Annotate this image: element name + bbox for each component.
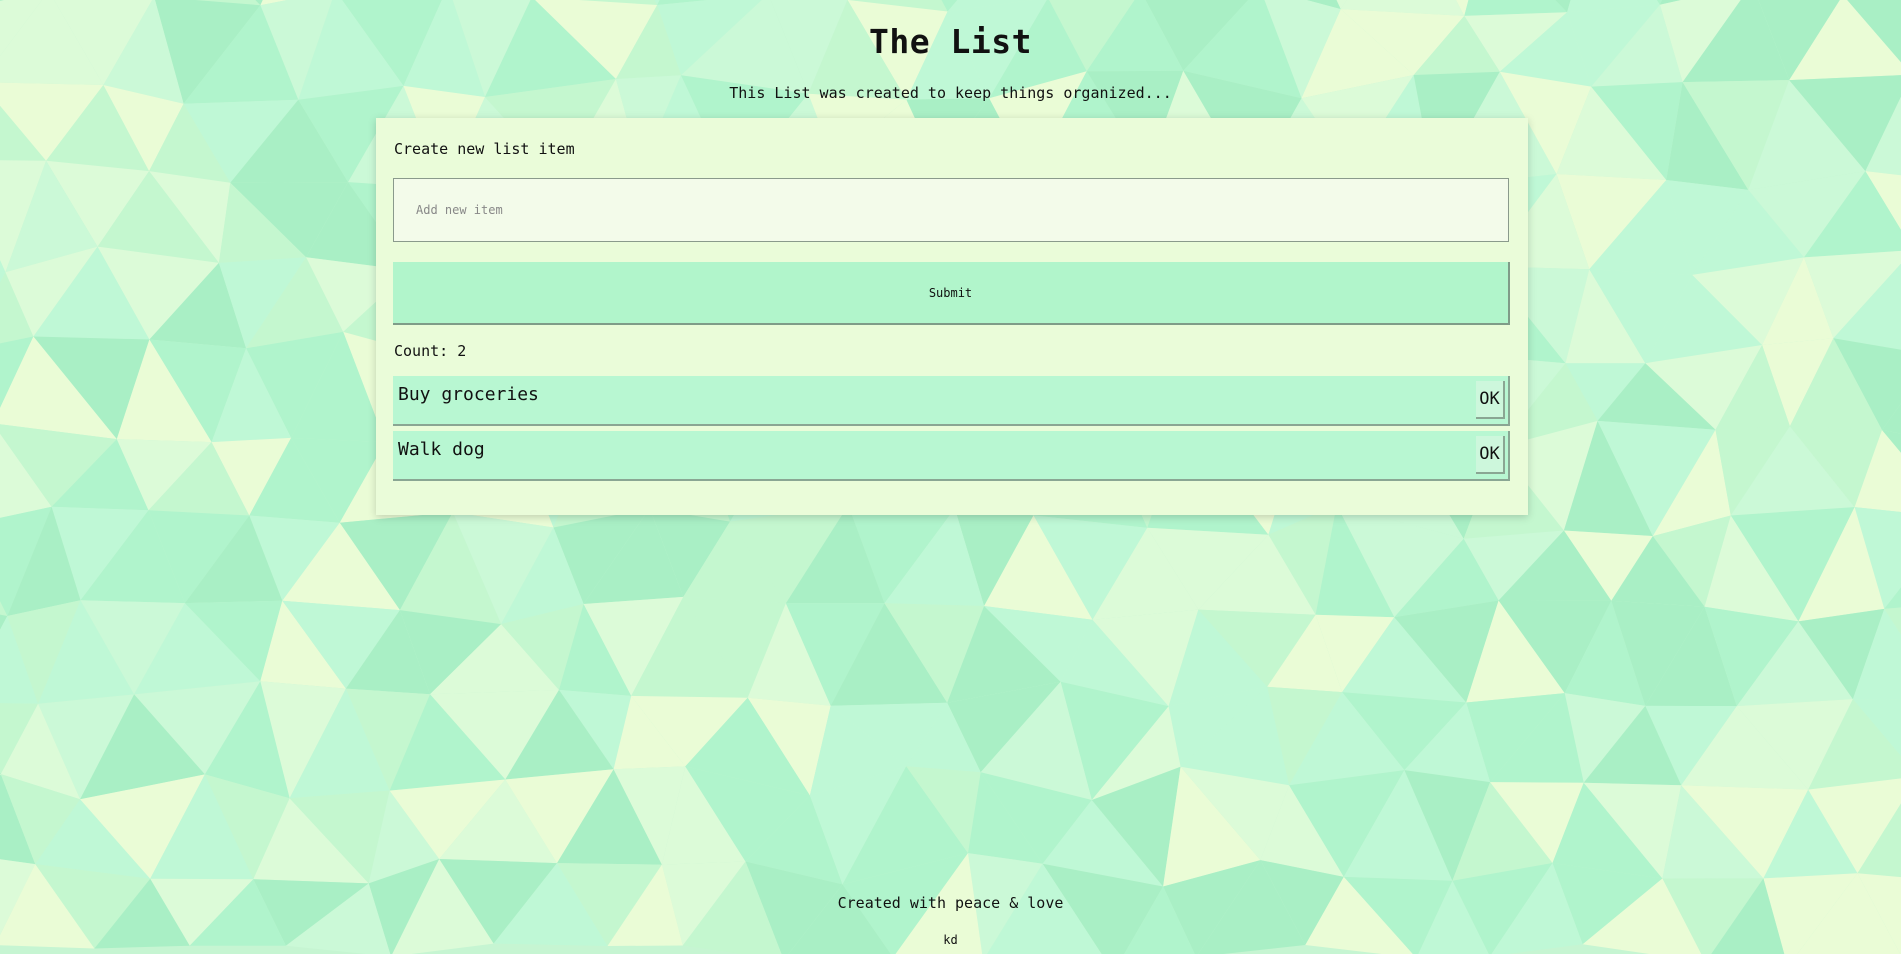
ok-button[interactable]: OK bbox=[1476, 436, 1505, 474]
list-item: Buy groceries OK bbox=[393, 376, 1510, 426]
footer-author: kd bbox=[943, 933, 958, 947]
page-subtitle: This List was created to keep things org… bbox=[729, 84, 1172, 102]
list-card: Create new list item Submit Count: 2 Buy… bbox=[376, 118, 1528, 515]
item-list: Buy groceries OK Walk dog OK bbox=[393, 376, 1510, 486]
page-title: The List bbox=[869, 22, 1032, 61]
submit-button[interactable]: Submit bbox=[393, 262, 1510, 325]
list-item-text: Buy groceries bbox=[398, 384, 539, 405]
list-item: Walk dog OK bbox=[393, 431, 1510, 481]
ok-button[interactable]: OK bbox=[1476, 381, 1505, 419]
list-item-text: Walk dog bbox=[398, 439, 485, 460]
form-heading: Create new list item bbox=[394, 140, 575, 158]
footer-text: Created with peace & love bbox=[837, 894, 1064, 912]
item-count: Count: 2 bbox=[394, 342, 467, 360]
new-item-input[interactable] bbox=[393, 178, 1509, 242]
page: The List This List was created to keep t… bbox=[0, 0, 1901, 954]
